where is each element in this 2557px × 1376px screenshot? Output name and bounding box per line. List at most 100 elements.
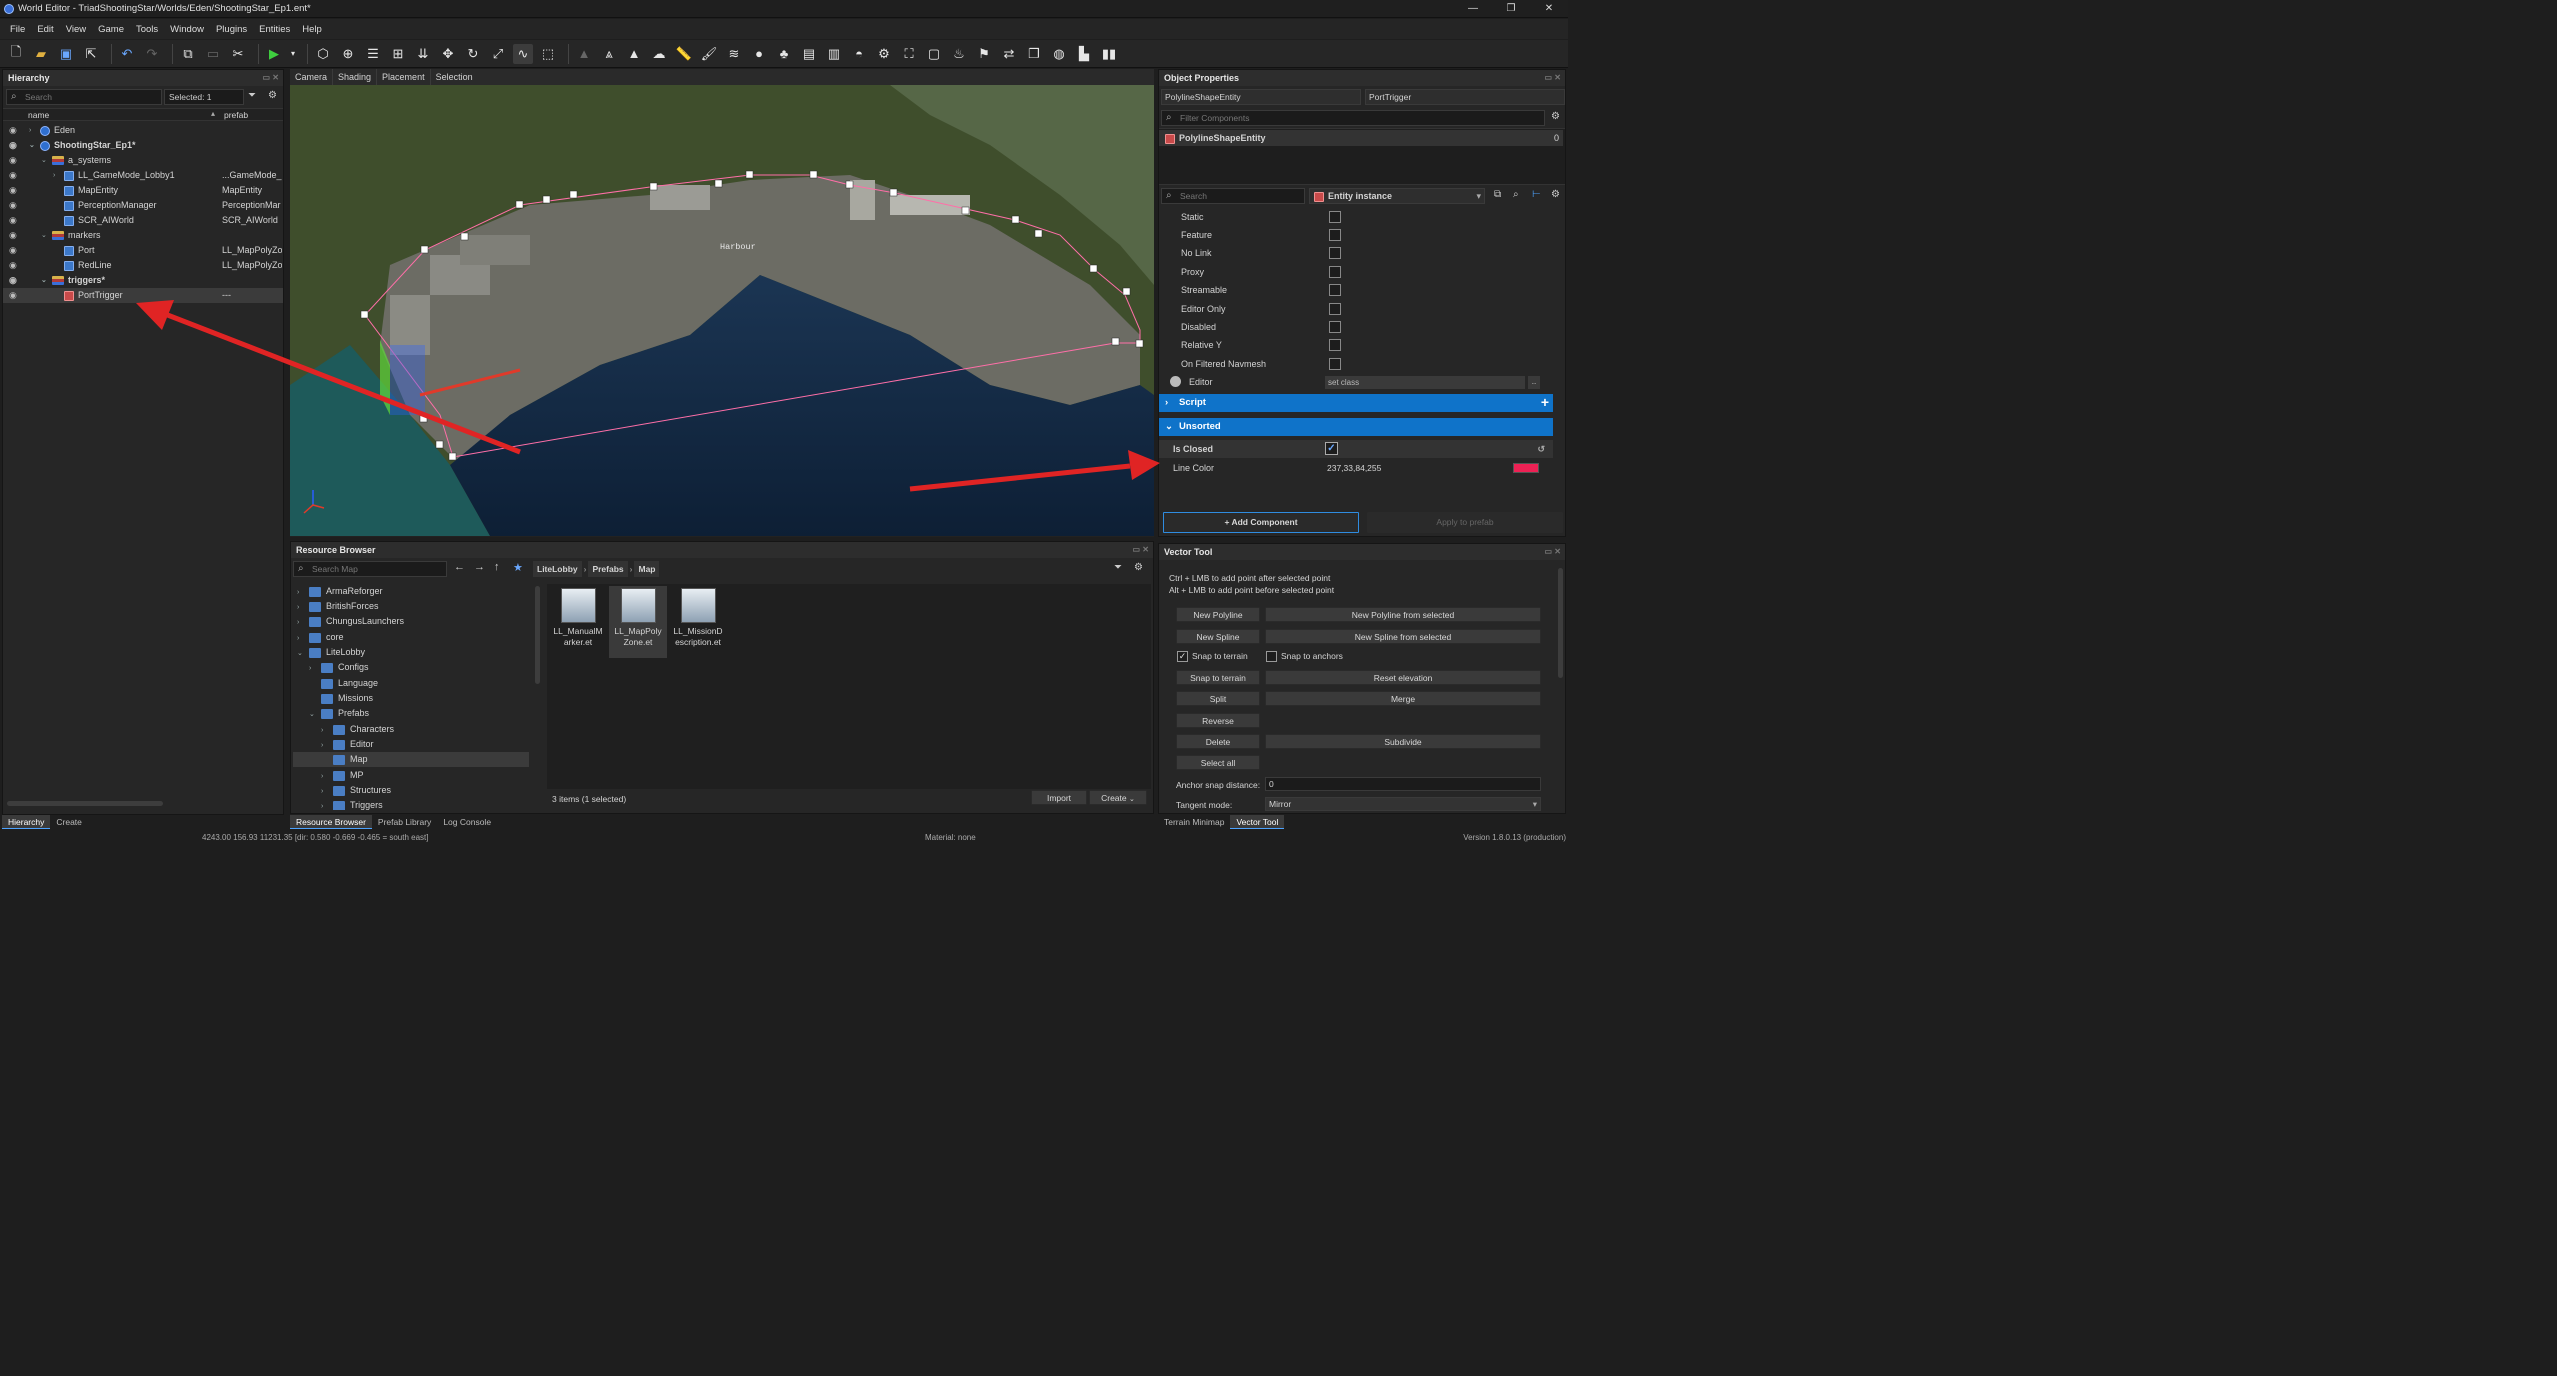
hierarchy-search-input[interactable]: ⌕ Search bbox=[6, 89, 162, 105]
new-polyline-from-selected-button[interactable]: New Polyline from selected bbox=[1265, 607, 1541, 622]
up-arrow-icon[interactable]: ↑ bbox=[494, 561, 500, 573]
road-icon[interactable]: ≋ bbox=[724, 44, 744, 64]
pause-icon[interactable]: ▮▮ bbox=[1099, 44, 1119, 64]
maximize-button[interactable]: ❐ bbox=[1492, 0, 1530, 18]
play-options-icon[interactable]: ▾ bbox=[289, 44, 297, 64]
new-spline-from-selected-button[interactable]: New Spline from selected bbox=[1265, 629, 1541, 644]
globe-icon[interactable]: ◍ bbox=[1049, 44, 1069, 64]
menu-window[interactable]: Window bbox=[164, 24, 210, 35]
script-section-header[interactable]: › Script + bbox=[1159, 394, 1553, 412]
entity-instance-dropdown[interactable]: Entity instance ▾ bbox=[1309, 188, 1485, 204]
open-folder-icon[interactable]: ▰ bbox=[31, 44, 51, 64]
sphere-icon[interactable]: ● bbox=[749, 44, 769, 64]
filter-icon[interactable]: ⏷ bbox=[248, 90, 256, 101]
new-file-icon[interactable]: 🗋 bbox=[6, 44, 26, 64]
reset-icon[interactable]: ↺ bbox=[1537, 440, 1545, 458]
editor-browse-button[interactable]: .. bbox=[1528, 376, 1540, 389]
nolink-checkbox[interactable] bbox=[1329, 247, 1341, 259]
col-prefab[interactable]: prefab bbox=[224, 110, 248, 120]
col-name[interactable]: name bbox=[28, 110, 49, 120]
import-button[interactable]: Import bbox=[1031, 790, 1087, 805]
folder-prefabs[interactable]: ⌄ Prefabs bbox=[309, 706, 369, 721]
folder-editor[interactable]: › Editor bbox=[321, 737, 374, 752]
tree-scrollbar[interactable] bbox=[535, 586, 540, 684]
breadcrumb-map[interactable]: Map bbox=[634, 561, 660, 577]
file-manualmarker[interactable]: LL_ManualM arker.et bbox=[549, 586, 607, 658]
filter-components-input[interactable]: ⌕ Filter Components bbox=[1161, 110, 1545, 126]
eye-icon[interactable]: ◉ bbox=[9, 153, 17, 168]
selection-box-icon[interactable]: ⬚ bbox=[538, 44, 558, 64]
paste-icon[interactable]: ▭ bbox=[203, 44, 223, 64]
folder-configs[interactable]: › Configs bbox=[309, 660, 369, 675]
windows-icon[interactable]: ❐ bbox=[1024, 44, 1044, 64]
select-all-button[interactable]: Select all bbox=[1176, 755, 1260, 770]
folder-missions[interactable]: Missions bbox=[321, 691, 373, 706]
eye-icon[interactable]: ◉ bbox=[9, 228, 17, 243]
tree-row-markers[interactable]: ◉ ⌄ markers bbox=[3, 228, 283, 243]
navmesh-icon[interactable]: ▲ bbox=[624, 44, 644, 64]
eye-icon[interactable]: ◉ bbox=[9, 243, 17, 258]
filterednavmesh-checkbox[interactable] bbox=[1329, 358, 1341, 370]
tab-resource-browser[interactable]: Resource Browser bbox=[290, 815, 372, 829]
tree-row-triggers[interactable]: ◉ ⌄ triggers* bbox=[3, 273, 283, 288]
streamable-checkbox[interactable] bbox=[1329, 284, 1341, 296]
resource-gear-icon[interactable]: ⚙ bbox=[1134, 562, 1143, 573]
folder-chunguslaunchers[interactable]: › ChungusLaunchers bbox=[297, 614, 404, 629]
component-row[interactable]: PolylineShapeEntity 0 bbox=[1159, 130, 1563, 146]
forward-arrow-icon[interactable]: → bbox=[474, 561, 485, 573]
move-icon[interactable]: ✥ bbox=[438, 44, 458, 64]
static-checkbox[interactable] bbox=[1329, 211, 1341, 223]
eye-icon[interactable]: ◉ bbox=[9, 258, 17, 273]
tab-prefab-library[interactable]: Prefab Library bbox=[372, 815, 437, 829]
eye-icon[interactable]: ◉ bbox=[9, 198, 17, 213]
close-button[interactable]: ✕ bbox=[1530, 0, 1568, 18]
eye-icon[interactable]: ◉ bbox=[9, 273, 17, 288]
cut-icon[interactable]: ✂ bbox=[228, 44, 248, 64]
folder-characters[interactable]: › Characters bbox=[321, 722, 394, 737]
folder-map[interactable]: Map bbox=[293, 752, 529, 767]
tree-row-perception[interactable]: ◉ PerceptionManager PerceptionMar bbox=[3, 198, 283, 213]
target-icon[interactable]: ⊕ bbox=[338, 44, 358, 64]
folder-mp[interactable]: › MP bbox=[321, 768, 364, 783]
line-color-swatch[interactable] bbox=[1513, 463, 1539, 473]
resource-search-input[interactable]: ⌕ Search Map bbox=[293, 561, 447, 577]
tab-terrain-minimap[interactable]: Terrain Minimap bbox=[1158, 815, 1230, 829]
menu-plugins[interactable]: Plugins bbox=[210, 24, 253, 35]
entity-name-field[interactable]: PortTrigger bbox=[1365, 89, 1565, 105]
create-button[interactable]: Create ⌄ bbox=[1089, 790, 1147, 805]
world-viewport-scene[interactable]: Harbour bbox=[290, 85, 1154, 536]
viewport-shading-menu[interactable]: Shading bbox=[333, 69, 378, 85]
line-color-value[interactable]: 237,33,84,255 bbox=[1327, 459, 1381, 477]
gears-icon[interactable]: ⚙ bbox=[874, 44, 894, 64]
vector-tool-scrollbar[interactable] bbox=[1558, 568, 1563, 678]
proxy-checkbox[interactable] bbox=[1329, 266, 1341, 278]
map-icon[interactable]: ⛶ bbox=[899, 44, 919, 64]
hierarchy-hscrollbar[interactable] bbox=[7, 801, 163, 806]
breadcrumb-litelobby[interactable]: LiteLobby bbox=[533, 561, 582, 577]
anchor-snap-input[interactable]: 0 bbox=[1265, 777, 1541, 791]
editor-class-field[interactable]: set class bbox=[1325, 376, 1525, 389]
tree-row-aiworld[interactable]: ◉ SCR_AIWorld SCR_AIWorld bbox=[3, 213, 283, 228]
properties-search-input[interactable]: ⌕ Search bbox=[1161, 188, 1305, 204]
hierarchy-link-icon[interactable]: ⊢ bbox=[1532, 189, 1541, 200]
menu-view[interactable]: View bbox=[60, 24, 92, 35]
minimize-button[interactable]: — bbox=[1454, 0, 1492, 18]
forest-icon[interactable]: ♣ bbox=[774, 44, 794, 64]
scale-icon[interactable]: ⤢ bbox=[488, 44, 508, 64]
reverse-button[interactable]: Reverse bbox=[1176, 713, 1260, 728]
rotate-icon[interactable]: ↻ bbox=[463, 44, 483, 64]
layers-icon[interactable]: ☰ bbox=[363, 44, 383, 64]
file-mappolyzone[interactable]: LL_MapPoly Zone.et bbox=[609, 586, 667, 658]
tree-row-gamemode[interactable]: ◉ › LL_GameMode_Lobby1 ...GameMode_L bbox=[3, 168, 283, 183]
vector-tool-icon[interactable]: ∿ bbox=[513, 43, 533, 64]
open-external-icon[interactable]: ⧉ bbox=[1494, 189, 1501, 200]
copy-icon[interactable]: ⧉ bbox=[178, 44, 198, 64]
tree-row-port[interactable]: ◉ Port LL_MapPolyZo bbox=[3, 243, 283, 258]
back-arrow-icon[interactable]: ← bbox=[454, 561, 465, 573]
add-component-button[interactable]: + Add Component bbox=[1163, 512, 1359, 533]
export-icon[interactable]: ⇱ bbox=[81, 44, 101, 64]
tree-row-a-systems[interactable]: ◉ ⌄ a_systems bbox=[3, 153, 283, 168]
settings-gear-icon[interactable]: ⚙ bbox=[268, 90, 277, 101]
factory-icon[interactable]: ▙ bbox=[1074, 44, 1094, 64]
tree-row-shootingstar[interactable]: ◉ ⌄ ShootingStar_Ep1* bbox=[3, 138, 283, 153]
